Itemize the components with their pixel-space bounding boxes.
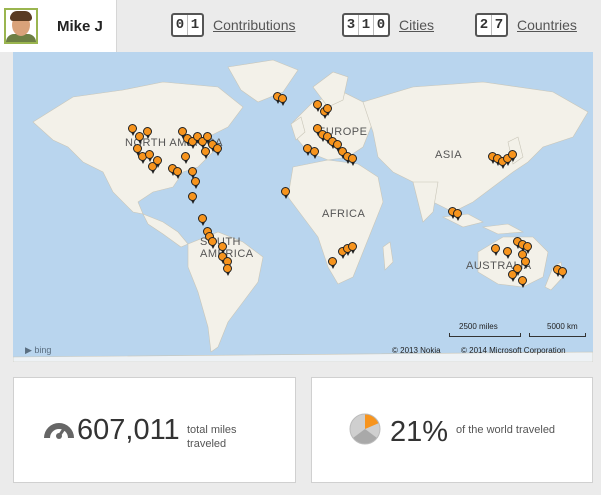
contributions-stat[interactable]: 0 1 Contributions [171,12,296,38]
location-pin[interactable] [188,192,197,204]
world-value: 21% [390,416,449,448]
counter-digit: 1 [190,17,200,33]
location-pin[interactable] [323,104,332,116]
location-pin[interactable] [191,177,200,189]
username[interactable]: Mike J [57,18,103,35]
countries-stat[interactable]: 2 7 Countries [475,12,577,38]
location-pin[interactable] [213,144,222,156]
continent-label: ASIA [435,149,463,161]
counter-digit: 0 [173,15,188,35]
avatar[interactable] [4,8,38,44]
location-pin[interactable] [223,264,232,276]
location-pin[interactable] [503,247,512,259]
scale-miles-bar [449,333,521,337]
contributions-counter: 0 1 [171,13,204,37]
location-pin[interactable] [491,244,500,256]
cities-stat[interactable]: 3 1 0 Cities [342,12,434,38]
profile-tab[interactable]: Mike J [0,0,117,52]
world-label: of the world traveled [456,424,556,436]
miles-card: 607,011 total miles traveled [13,377,296,483]
continent-label: AFRICA [322,208,366,220]
bing-logo[interactable]: ▶ bing [25,345,51,356]
miles-label: total miles traveled [187,424,237,450]
world-map-landmasses [13,59,593,362]
location-pin[interactable] [348,154,357,166]
miles-value: 607,011 [77,414,180,446]
globe-pie-icon [349,413,381,445]
location-pin[interactable] [278,94,287,106]
location-pin[interactable] [173,167,182,179]
location-pin[interactable] [348,242,357,254]
location-pin[interactable] [208,237,217,249]
scale-miles-label: 2500 miles [459,322,498,331]
counter-digit: 7 [494,17,504,33]
microsoft-copyright: © 2014 Microsoft Corporation [461,346,566,355]
location-pin[interactable] [518,276,527,288]
location-pin[interactable] [310,147,319,159]
scale-km-bar [529,333,586,337]
location-pin[interactable] [143,127,152,139]
cities-link[interactable]: Cities [399,17,434,33]
profile-header: Mike J 0 1 Contributions 3 1 0 Cities 2 … [0,0,601,52]
location-pin[interactable] [181,152,190,164]
nokia-copyright: © 2013 Nokia [392,346,441,355]
location-pin[interactable] [201,147,210,159]
location-pin[interactable] [328,257,337,269]
location-pin[interactable] [128,124,137,136]
countries-counter: 2 7 [475,13,508,37]
location-pin[interactable] [453,209,462,221]
counter-digit: 3 [344,15,359,35]
scale-km-label: 5000 km [547,322,578,331]
speedometer-icon [44,423,74,439]
counter-digit: 1 [359,15,374,35]
location-pin[interactable] [281,187,290,199]
countries-link[interactable]: Countries [517,17,577,33]
counter-digit: 0 [376,17,386,33]
location-pin[interactable] [508,150,517,162]
world-card: 21% of the world traveled [311,377,593,483]
location-pin[interactable] [558,267,567,279]
travel-map[interactable]: NORTH AMERICA EUROPE ASIA AFRICA SOUTH A… [13,52,593,362]
location-pin[interactable] [148,162,157,174]
location-pin[interactable] [521,257,530,269]
location-pin[interactable] [218,242,227,254]
location-pin[interactable] [198,214,207,226]
location-pin[interactable] [508,270,517,282]
contributions-link[interactable]: Contributions [213,17,296,33]
location-pin[interactable] [188,167,197,179]
cities-counter: 3 1 0 [342,13,390,37]
counter-digit: 2 [477,15,492,35]
